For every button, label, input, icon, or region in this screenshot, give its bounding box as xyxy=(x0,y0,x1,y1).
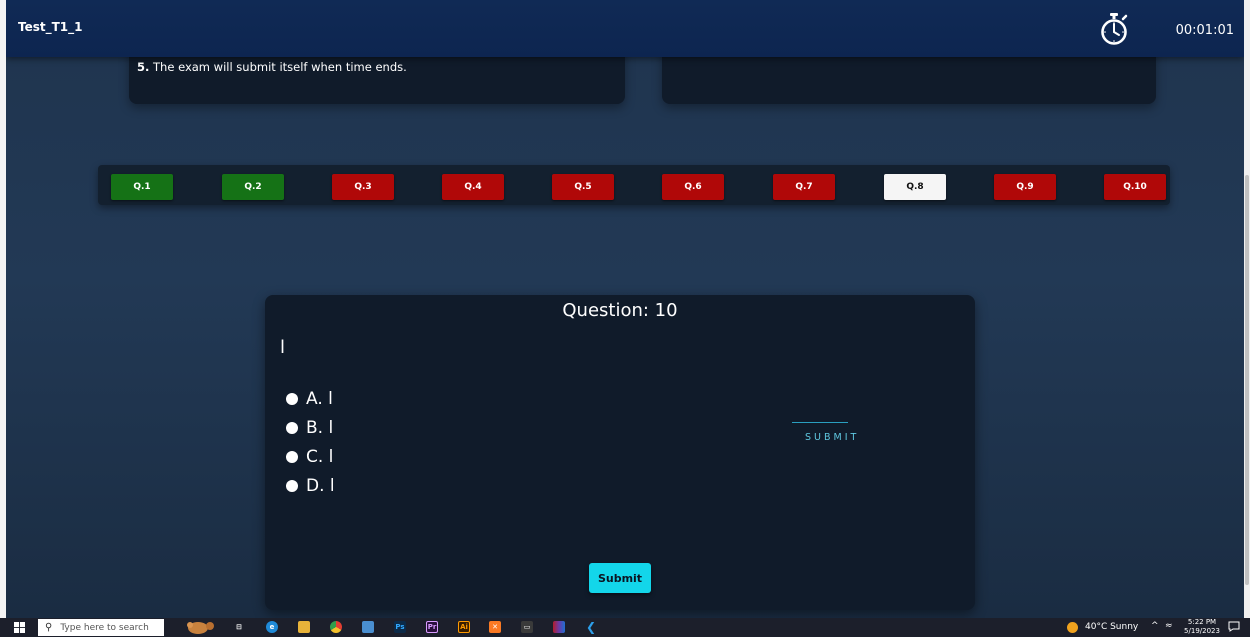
search-placeholder: Type here to search xyxy=(60,622,149,633)
instruction-item: 5. The exam will submit itself when time… xyxy=(137,60,407,74)
option-label: A. l xyxy=(306,389,333,409)
top-bar: Test_T1_1 00:01:01 xyxy=(6,0,1244,57)
clock-time: 5:22 PM xyxy=(1187,618,1217,626)
clock-date: 5/19/2023 xyxy=(1184,627,1220,635)
scrollbar-thumb[interactable] xyxy=(1245,175,1249,585)
notification-icon[interactable] xyxy=(1228,620,1240,632)
stopwatch-icon xyxy=(1101,13,1128,45)
instruction-number: 5. xyxy=(137,60,150,74)
option-d[interactable]: D. l xyxy=(286,475,335,497)
terminal-icon[interactable]: ▭ xyxy=(521,621,533,633)
radio-icon[interactable] xyxy=(286,451,298,463)
winrar-icon[interactable] xyxy=(553,621,565,633)
edge-icon[interactable]: e xyxy=(266,621,278,633)
question-nav-button-1[interactable]: Q.1 xyxy=(111,174,173,200)
submit-link-underline xyxy=(792,422,848,423)
question-text: l xyxy=(280,337,286,358)
question-nav-button-6[interactable]: Q.6 xyxy=(662,174,724,200)
weather-text[interactable]: 40°C Sunny xyxy=(1085,622,1138,632)
question-nav-button-3[interactable]: Q.3 xyxy=(332,174,394,200)
app-icon[interactable] xyxy=(362,621,374,633)
countdown-timer: 00:01:01 xyxy=(1175,23,1234,38)
radio-icon[interactable] xyxy=(286,480,298,492)
radio-icon[interactable] xyxy=(286,422,298,434)
weather-sun-icon xyxy=(1067,622,1078,633)
windows-start-icon[interactable] xyxy=(14,622,25,633)
question-card: Question: 10 l A. l B. l C. l D. l SUBMI… xyxy=(265,295,975,610)
page-scrollbar[interactable] xyxy=(1244,0,1250,618)
question-title: Question: 10 xyxy=(562,300,678,321)
photoshop-icon[interactable]: Ps xyxy=(394,621,406,633)
option-c[interactable]: C. l xyxy=(286,446,333,468)
instruction-text: The exam will submit itself when time en… xyxy=(149,60,407,74)
option-label: D. l xyxy=(306,476,335,496)
monkey-app-icon[interactable] xyxy=(180,621,222,634)
chrome-icon[interactable] xyxy=(330,621,342,633)
illustrator-icon[interactable]: Ai xyxy=(458,621,470,633)
question-nav-button-4[interactable]: Q.4 xyxy=(442,174,504,200)
question-navigator: Q.1 Q.2 Q.3 Q.4 Q.5 Q.6 Q.7 Q.8 Q.9 Q.10 xyxy=(98,165,1170,205)
windows-taskbar: ⚲ Type here to search ⊟ e Ps Pr Ai ✕ ▭ ❮… xyxy=(0,618,1250,637)
submit-button[interactable]: Submit xyxy=(589,563,651,593)
option-label: C. l xyxy=(306,447,334,467)
radio-icon[interactable] xyxy=(286,393,298,405)
option-label: B. l xyxy=(306,418,334,438)
submit-link[interactable]: SUBMIT xyxy=(792,422,862,443)
question-nav-button-9[interactable]: Q.9 xyxy=(994,174,1056,200)
file-explorer-icon[interactable] xyxy=(298,621,310,633)
question-nav-button-2[interactable]: Q.2 xyxy=(222,174,284,200)
option-a[interactable]: A. l xyxy=(286,388,333,410)
network-icon[interactable]: ≈ xyxy=(1165,621,1173,631)
vscode-icon[interactable]: ❮ xyxy=(585,620,597,634)
taskbar-clock[interactable]: 5:22 PM 5/19/2023 xyxy=(1184,618,1220,636)
premiere-icon[interactable]: Pr xyxy=(426,621,438,633)
question-nav-button-5[interactable]: Q.5 xyxy=(552,174,614,200)
chevron-up-icon[interactable]: ^ xyxy=(1151,621,1159,631)
question-nav-button-7[interactable]: Q.7 xyxy=(773,174,835,200)
question-nav-button-8[interactable]: Q.8 xyxy=(884,174,946,200)
xampp-icon[interactable]: ✕ xyxy=(489,621,501,633)
question-nav-button-10[interactable]: Q.10 xyxy=(1104,174,1166,200)
test-title: Test_T1_1 xyxy=(18,20,83,34)
exam-page: Test_T1_1 00:01:01 5. The exam will subm… xyxy=(6,0,1244,618)
submit-link-label: SUBMIT xyxy=(805,432,860,443)
taskbar-search-box[interactable]: ⚲ Type here to search xyxy=(38,619,164,636)
search-icon: ⚲ xyxy=(45,622,53,633)
task-view-icon[interactable]: ⊟ xyxy=(233,621,245,633)
option-b[interactable]: B. l xyxy=(286,417,333,439)
